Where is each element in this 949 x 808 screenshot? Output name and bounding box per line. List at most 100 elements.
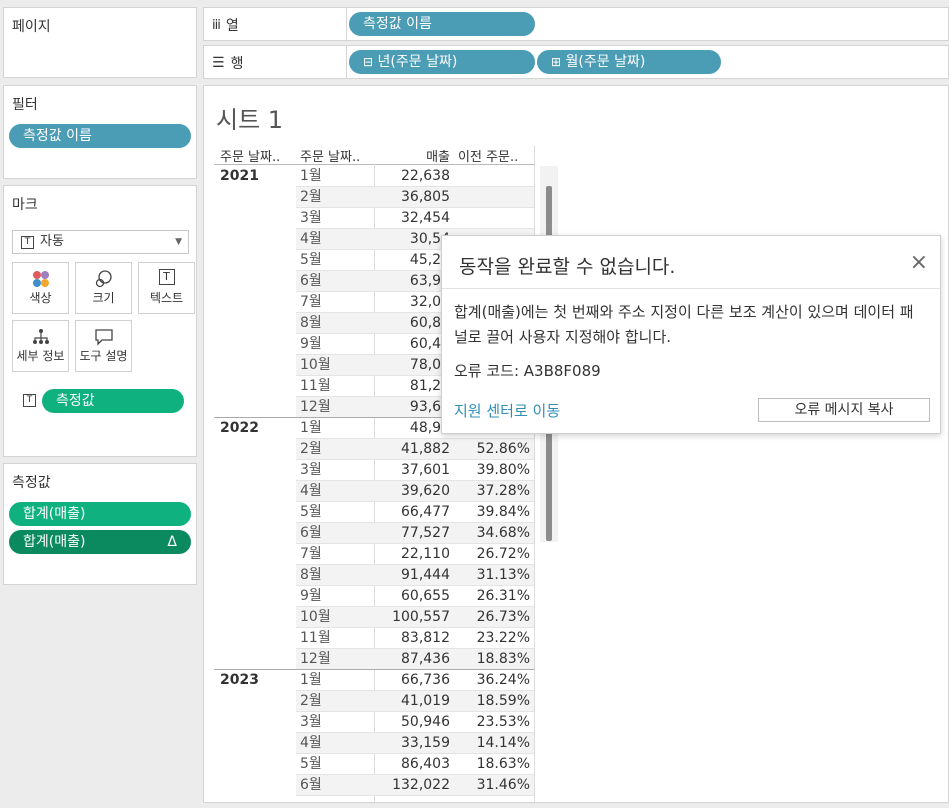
tooltip-label: 도구 설명 (79, 349, 128, 363)
month-order-date-pill[interactable]: ⊞ 월(주문 날짜) (537, 50, 721, 74)
size-label: 크기 (92, 291, 115, 305)
prev-order-pct: 34.68% (476, 525, 530, 541)
prev-order-pct: 26.73% (476, 609, 530, 625)
month-label: 3월 (300, 210, 322, 226)
prev-order-pct (452, 187, 530, 208)
sales-value: 36,805 (401, 189, 450, 205)
detail-icon (13, 321, 68, 347)
sales-value: 22,638 (401, 168, 450, 184)
prev-order-pct: 18.63% (476, 756, 530, 772)
sales-value: 22,110 (401, 546, 450, 562)
measure-names-column-pill[interactable]: 측정값 이름 (349, 12, 535, 36)
rows-shelf[interactable]: ☰ 행 ⊟ 년(주문 날짜) ⊞ 월(주문 날짜) (203, 45, 949, 79)
year-label: 2021 (220, 168, 259, 184)
month-label: 2월 (300, 189, 322, 205)
sales-value: 66,477 (401, 504, 450, 520)
chevron-down-icon: ▼ (175, 237, 182, 247)
filters-title: 필터 (12, 97, 38, 113)
sales-value: 81,22 (409, 378, 450, 394)
month-label: 4월 (300, 735, 322, 751)
error-dialog: 동작을 완료할 수 없습니다. × 합계(매출)에는 첫 번째와 주소 지정이 … (441, 235, 941, 434)
month-label: 1월 (300, 672, 322, 688)
prev-order-pct: 39.84% (476, 504, 530, 520)
month-label: 1월 (300, 420, 322, 436)
marks-card: 마크 T 자동 ▼ 색상 크기 T 텍스트 세부 정보 도구 설명 T 측정값 (3, 185, 197, 457)
month-label: 6월 (300, 273, 322, 289)
collapse-icon[interactable]: ⊟ (363, 55, 373, 69)
month-label: 8월 (300, 567, 322, 583)
color-button[interactable]: 색상 (12, 262, 69, 314)
month-label: 7월 (300, 546, 322, 562)
detail-button[interactable]: 세부 정보 (12, 320, 69, 372)
prev-order-pct: 39.80% (476, 462, 530, 478)
header-year[interactable]: 주문 날짜.. (220, 146, 280, 165)
prev-order-pct: 52.86% (476, 441, 530, 457)
text-label: 텍스트 (149, 291, 184, 305)
sales-value: 32,00 (409, 294, 450, 310)
sales-value: 37,601 (401, 462, 450, 478)
error-code: 오류 코드: A3B8F089 (454, 362, 601, 380)
prev-order-pct: 31.46% (476, 777, 530, 793)
prev-order-pct: 26.31% (476, 588, 530, 604)
measure-names-filter-pill[interactable]: 측정값 이름 (9, 124, 191, 148)
sum-sales-table-calc-pill[interactable]: 합계(매출) Δ (9, 530, 191, 554)
support-center-link[interactable]: 지원 센터로 이동 (454, 400, 560, 421)
rows-icon: ☰ (212, 55, 225, 71)
sales-value: 83,812 (401, 630, 450, 646)
sales-value: 86,403 (401, 756, 450, 772)
prev-order-pct: 23.53% (476, 714, 530, 730)
sales-value: 39,620 (401, 483, 450, 499)
filters-panel: 필터 측정값 이름 (3, 85, 197, 179)
month-label: 12월 (300, 399, 331, 415)
header-prev-order[interactable]: 이전 주문.. (458, 146, 518, 165)
pages-panel: 페이지 (3, 7, 197, 78)
columns-icon: iii (212, 17, 221, 33)
sales-value: 100,557 (392, 609, 450, 625)
sales-value: 66,736 (401, 672, 450, 688)
sales-value: 78,06 (409, 357, 450, 373)
prev-order-pct: 36.24% (476, 672, 530, 688)
sales-value: 77,527 (401, 525, 450, 541)
text-mark-icon: T (21, 235, 34, 249)
text-encoding-icon: T (23, 394, 36, 407)
close-icon[interactable]: × (910, 250, 928, 275)
month-label: 3월 (300, 462, 322, 478)
columns-shelf[interactable]: iii 열 측정값 이름 (203, 7, 949, 41)
row-gridline (296, 795, 534, 796)
year-order-date-pill[interactable]: ⊟ 년(주문 날짜) (349, 50, 535, 74)
delta-icon: Δ (167, 534, 177, 550)
sales-value: 45,29 (409, 252, 450, 268)
sales-value: 30,54 (409, 231, 450, 247)
sum-sales-calc-label: 합계(매출) (23, 534, 86, 550)
sales-value: 91,444 (401, 567, 450, 583)
sales-value: 41,882 (401, 441, 450, 457)
sum-sales-pill[interactable]: 합계(매출) (9, 502, 191, 526)
size-icon (76, 263, 131, 289)
columns-shelf-label: iii 열 (212, 15, 239, 35)
expand-icon[interactable]: ⊞ (551, 55, 561, 69)
header-month[interactable]: 주문 날짜.. (300, 146, 360, 165)
measure-values-text-pill[interactable]: 측정값 (42, 389, 184, 413)
dialog-title: 동작을 완료할 수 없습니다. (459, 256, 676, 278)
month-label: 2월 (300, 693, 322, 709)
sales-value: 63,99 (409, 273, 450, 289)
sales-value: 93,67 (409, 399, 450, 415)
rows-shelf-label: ☰ 행 (212, 53, 243, 73)
header-sales[interactable]: 매출 (380, 146, 450, 165)
month-pill-label: 월(주문 날짜) (565, 54, 646, 70)
month-label: 5월 (300, 756, 322, 772)
size-button[interactable]: 크기 (75, 262, 132, 314)
dialog-message: 합계(매출)에는 첫 번째와 주소 지정이 다른 보조 계산이 있으며 데이터 … (454, 303, 914, 346)
mark-type-value: 자동 (40, 234, 64, 249)
color-label: 색상 (29, 291, 52, 305)
sales-value: 60,85 (409, 315, 450, 331)
month-label: 7월 (300, 294, 322, 310)
mark-type-dropdown[interactable]: T 자동 ▼ (12, 230, 189, 254)
prev-order-pct: 26.72% (476, 546, 530, 562)
tooltip-button[interactable]: 도구 설명 (75, 320, 132, 372)
sales-value: 87,436 (401, 651, 450, 667)
copy-error-button[interactable]: 오류 메시지 복사 (758, 398, 930, 422)
text-button[interactable]: T 텍스트 (138, 262, 195, 314)
tooltip-icon (76, 321, 131, 347)
sales-value: 50,946 (401, 714, 450, 730)
